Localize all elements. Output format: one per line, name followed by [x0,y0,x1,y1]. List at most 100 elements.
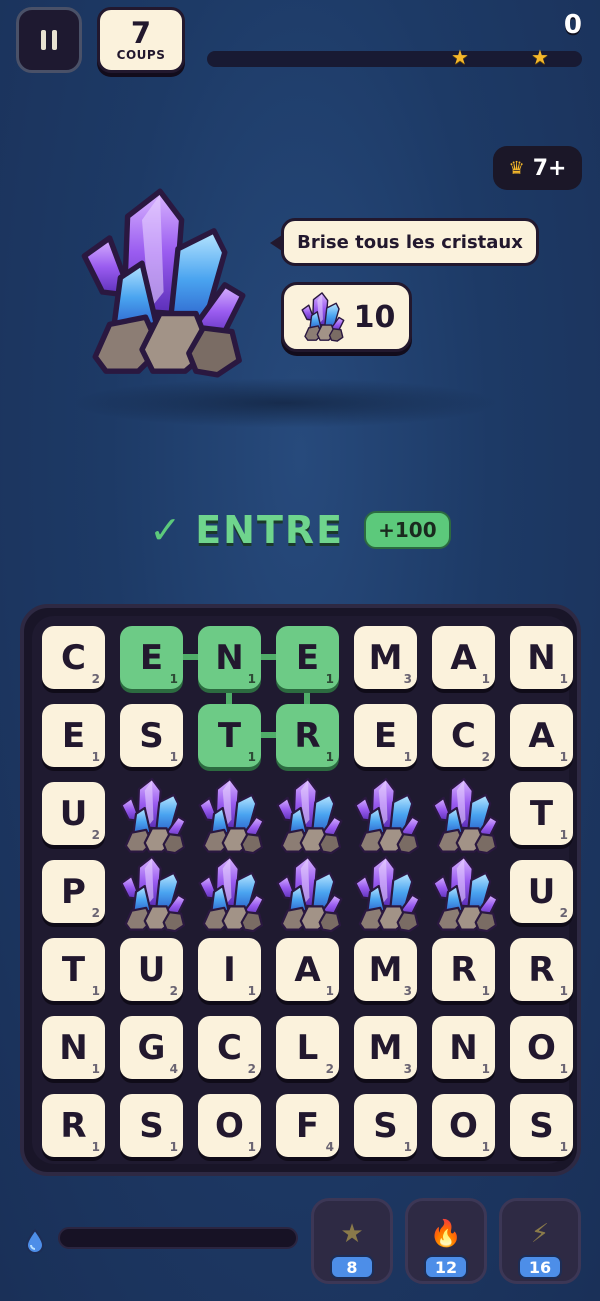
tile-face: G4 [120,1016,183,1079]
crystal-tile[interactable] [120,860,185,925]
tile-face: N1 [42,1016,105,1079]
letter-tile[interactable]: L2 [276,1016,341,1081]
tile-points: 1 [91,750,100,764]
moves-value: 7 [130,16,152,50]
crystal-tile[interactable] [120,782,185,847]
tile-points: 1 [169,1140,178,1154]
letter-tile[interactable]: A1 [276,938,341,1003]
tile-face: L2 [276,1016,339,1079]
tile-points: 1 [559,750,568,764]
letter-tile[interactable]: C2 [198,1016,263,1081]
tile-face: N1 [510,626,573,689]
letter-tile[interactable]: N1 [432,1016,497,1081]
crystal-icon [349,854,423,934]
letter-tile[interactable]: P2 [42,860,107,925]
tile-points: 1 [247,672,256,686]
letter-tile[interactable]: C2 [432,704,497,769]
letter-tile[interactable]: S1 [120,1094,185,1159]
tile-points: 2 [481,750,490,764]
rank-badge[interactable]: ♛ 7+ [493,146,582,190]
selected-tile-face: T1 [198,704,261,767]
letter-tile[interactable]: O1 [510,1016,575,1081]
letter-tile[interactable]: E1 [42,704,107,769]
goal-description: Brise tous les cristaux [270,218,539,266]
letter-tile[interactable]: A1 [510,704,575,769]
tile-points: 2 [91,672,100,686]
tile-face: C2 [198,1016,261,1079]
letter-tile[interactable]: M3 [354,626,419,691]
crystal-tile[interactable] [198,782,263,847]
letter-tile[interactable]: M3 [354,938,419,1003]
crystal-tile[interactable] [276,860,341,925]
letter-tile[interactable]: U2 [120,938,185,1003]
crystal-icon [427,854,501,934]
tile-face: S1 [354,1094,417,1157]
crystal-tile[interactable] [276,782,341,847]
letter-tile[interactable]: N1 [42,1016,107,1081]
tile-face: M3 [354,1016,417,1079]
tile-points: 4 [169,1062,178,1076]
letter-tile[interactable]: C2 [42,626,107,691]
tile-face: S1 [120,704,183,767]
goal-counter: 10 [281,282,412,352]
letter-tile[interactable]: O1 [432,1094,497,1159]
letter-tile[interactable]: E1 [354,704,419,769]
letter-tile[interactable]: S1 [354,1094,419,1159]
letter-tile[interactable]: M3 [354,1016,419,1081]
letter-tile[interactable]: R1 [42,1094,107,1159]
letter-tile[interactable]: R1 [432,938,497,1003]
tile-points: 1 [481,1140,490,1154]
letter-tile[interactable]: A1 [432,626,497,691]
letter-tile[interactable]: E1 [276,626,341,691]
booster-count: 12 [424,1255,468,1279]
tile-face: C2 [42,626,105,689]
letter-tile[interactable]: T1 [198,704,263,769]
tile-points: 3 [403,984,412,998]
letter-tile[interactable]: R1 [510,938,575,1003]
tile-points: 1 [169,672,178,686]
rank-value: 7+ [532,155,567,181]
fire-booster-button[interactable]: 🔥 12 [405,1198,487,1284]
crystal-icon [70,178,250,388]
tile-face: O1 [198,1094,261,1157]
lightning-booster-button[interactable]: ⚡ 16 [499,1198,581,1284]
tile-face: C2 [432,704,495,767]
letter-tile[interactable]: U2 [42,782,107,847]
tile-points: 1 [559,828,568,842]
letter-tile[interactable]: S1 [120,704,185,769]
score-value: 0 [563,10,582,40]
letter-tile[interactable]: N1 [510,626,575,691]
pause-button[interactable] [16,7,82,73]
letter-tile[interactable]: U2 [510,860,575,925]
letter-tile[interactable]: S1 [510,1094,575,1159]
tile-points: 1 [559,984,568,998]
letter-tile[interactable]: R1 [276,704,341,769]
letter-tile[interactable]: T1 [510,782,575,847]
tile-points: 1 [169,750,178,764]
letter-tile[interactable]: O1 [198,1094,263,1159]
tile-face: F4 [276,1094,339,1157]
crystal-tile[interactable] [198,860,263,925]
tile-points: 2 [91,828,100,842]
moves-counter: 7 COUPS [97,7,185,73]
tile-points: 1 [403,750,412,764]
tile-face: E1 [354,704,417,767]
letter-tile[interactable]: N1 [198,626,263,691]
letter-tile[interactable]: T1 [42,938,107,1003]
letter-tile[interactable]: F4 [276,1094,341,1159]
crystal-tile[interactable] [354,782,419,847]
tile-face: U2 [510,860,573,923]
letter-tile[interactable]: E1 [120,626,185,691]
tile-face: R1 [510,938,573,1001]
lightning-icon: ⚡ [530,1219,550,1249]
word-feedback: ✓ ENTRE +100 [0,505,600,555]
letter-tile[interactable]: I1 [198,938,263,1003]
crystal-tile[interactable] [432,782,497,847]
crystal-tile[interactable] [354,860,419,925]
star-booster-button[interactable]: ★ 8 [311,1198,393,1284]
tile-points: 1 [481,1062,490,1076]
crystal-tile[interactable] [432,860,497,925]
tile-face: O1 [432,1094,495,1157]
tile-points: 1 [247,1140,256,1154]
letter-tile[interactable]: G4 [120,1016,185,1081]
